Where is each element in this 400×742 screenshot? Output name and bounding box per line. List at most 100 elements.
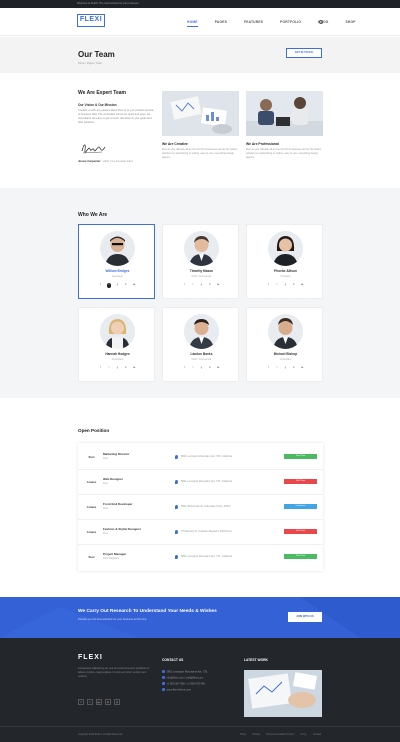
avatar [100,314,135,349]
job-title[interactable]: Project Manager [103,552,126,556]
twitter-icon[interactable]: t [106,283,112,288]
youtube-icon[interactable]: ▶ [132,283,137,288]
nav-portfolio[interactable]: PORTFOLIO [280,20,301,27]
footer-bottom: Copyright 2019 FLEXI. All Right Reserved… [0,726,400,742]
google-plus-icon[interactable]: g [283,283,288,288]
location-pin-icon [175,455,178,459]
location-pin-icon [175,555,178,559]
job-row[interactable]: flexi Marketing Director Flexi 5801 Lexi… [78,445,323,470]
company-logo: flexi [88,455,95,459]
website-text[interactable]: www.flexi-theme.com [167,689,192,692]
job-location: 5801 Lexington Mountains Apt. 730, Calif… [181,555,233,558]
facebook-icon[interactable]: f [98,283,103,288]
footer-link-contact[interactable]: Contact [313,733,321,736]
google-plus-icon[interactable]: g [115,366,120,371]
footer-social: f t g+ in yt [78,699,120,705]
member-name: Phoebe Allison [274,269,297,273]
footer-logo[interactable]: FLEXI [78,654,103,661]
nav-home[interactable]: HOME [187,20,198,27]
youtube-icon[interactable]: ▶ [216,366,221,371]
youtube-icon[interactable]: ▶ [132,366,137,371]
team-card-william[interactable]: William Bridges Developer f t g in ▶ [78,224,155,299]
twitter-icon[interactable]: t [275,366,280,371]
google-plus-icon[interactable]: g [199,283,204,288]
facebook-icon[interactable]: f [182,366,187,371]
job-row[interactable]: Amaze Web Designer Flexi 5801 Lexington … [78,470,323,495]
facebook-icon[interactable]: f [182,283,187,288]
youtube-icon[interactable]: ▶ [300,366,305,371]
member-role: Consultant [111,358,124,361]
job-title[interactable]: Marketing Director [103,452,130,456]
join-with-us-button[interactable]: JOIN WITH US [288,612,322,622]
footer-link-faq[interactable]: F.A.Q. [300,733,307,736]
nav-pages[interactable]: PAGES [215,20,227,27]
twitter-icon[interactable]: t [87,699,93,705]
site-logo[interactable]: FLEXI [77,14,105,27]
search-icon[interactable] [319,20,323,24]
job-row[interactable]: Amaze Fashion & Stylist Designer Flexi 7… [78,520,323,545]
job-title[interactable]: Fashion & Stylist Designer [103,527,141,531]
team-card-landon[interactable]: Landon Banks CEO / Co-Founder f t g in ▶ [162,307,239,382]
facebook-icon[interactable]: f [266,283,271,288]
latest-work-image[interactable] [244,670,322,717]
job-title[interactable]: Front End Developer [103,502,133,506]
job-type-badge: Part Time [284,554,317,559]
linkedin-icon[interactable]: in [208,366,213,371]
latest-work-heading: LATEST WORK [244,658,268,662]
nav-shop[interactable]: SHOP [346,20,356,27]
twitter-icon[interactable]: t [191,283,196,288]
linkedin-icon[interactable]: in [292,283,297,288]
globe-icon [162,688,165,691]
footer-links: Home Privacy Terms & Condition Privacy F… [240,733,321,736]
linkedin-icon[interactable]: in [124,283,129,288]
cta-banner: We Carry Out Research To Understand Your… [0,597,400,638]
topbar: Welcome to FLEXI. The multi solution for… [0,0,400,8]
team-card-phoebe[interactable]: Phoebe Allison President f t g in ▶ [246,224,323,299]
twitter-icon[interactable]: t [107,366,112,371]
youtube-icon[interactable]: yt [114,699,120,705]
facebook-icon[interactable]: f [266,366,271,371]
google-plus-icon[interactable]: g [199,366,204,371]
job-row[interactable]: flexi Project Manager Flexi Magazine 580… [78,545,323,570]
twitter-icon[interactable]: t [275,283,280,288]
footer-link-home[interactable]: Home [240,733,246,736]
facebook-icon[interactable]: f [98,366,103,371]
company-logo: flexi [88,555,95,559]
job-company: Flexi Magazine [103,557,120,560]
youtube-icon[interactable]: ▶ [300,283,305,288]
contact-email: info@flexi.com / mail@flexi.com [162,676,203,680]
page-title: Our Team [78,50,115,59]
linkedin-icon[interactable]: in [208,283,213,288]
location-pin-icon [175,480,178,484]
job-title[interactable]: Web Designer [103,477,123,481]
google-plus-icon[interactable]: g [115,283,120,288]
team-card-hannah[interactable]: Hannah Hodges Consultant f t g in ▶ [78,307,155,382]
google-plus-icon[interactable]: g+ [96,699,102,705]
linkedin-icon[interactable]: in [124,366,129,371]
job-location: 7/8 Martlow St, Cottleton Mayland, 30003… [181,530,232,533]
job-company: Flexi [103,457,109,460]
contact-phone: +1 800 567 890 / +1 800 678 456 [162,682,205,686]
google-plus-icon[interactable]: g [283,366,288,371]
team-card-timothy[interactable]: Timothy Mason CEO / Co-Founder f t g in ▶ [162,224,239,299]
get-in-touch-button[interactable]: GET IN TOUCH [286,48,322,58]
breadcrumb[interactable]: Home / Pages / Team [78,62,102,65]
footer-link-privacy[interactable]: Privacy [252,733,260,736]
company-logo: Amaze [86,530,97,534]
team-card-michael[interactable]: Michael Bishop Consultant f t g in ▶ [246,307,323,382]
job-row[interactable]: Amaze Front End Developer Flexi 5801 Win… [78,495,323,520]
company-logo: Amaze [86,505,97,509]
linkedin-icon[interactable]: in [105,699,111,705]
youtube-icon[interactable]: ▶ [216,283,221,288]
nav-features[interactable]: FEATURES [244,20,263,27]
open-position-heading: Open Position [78,428,110,433]
footer-link-terms[interactable]: Terms & Condition Privacy [266,733,294,736]
avatar [268,314,303,349]
twitter-icon[interactable]: t [191,366,196,371]
member-role: CEO / Co-Founder [191,275,212,278]
job-location: 5801 Lexington Mountains Apt. 730, Calif… [181,455,233,458]
job-list: flexi Marketing Director Flexi 5801 Lexi… [78,443,323,571]
facebook-icon[interactable]: f [78,699,84,705]
linkedin-icon[interactable]: in [292,366,297,371]
email-text[interactable]: info@flexi.com / mail@flexi.com [167,677,204,680]
